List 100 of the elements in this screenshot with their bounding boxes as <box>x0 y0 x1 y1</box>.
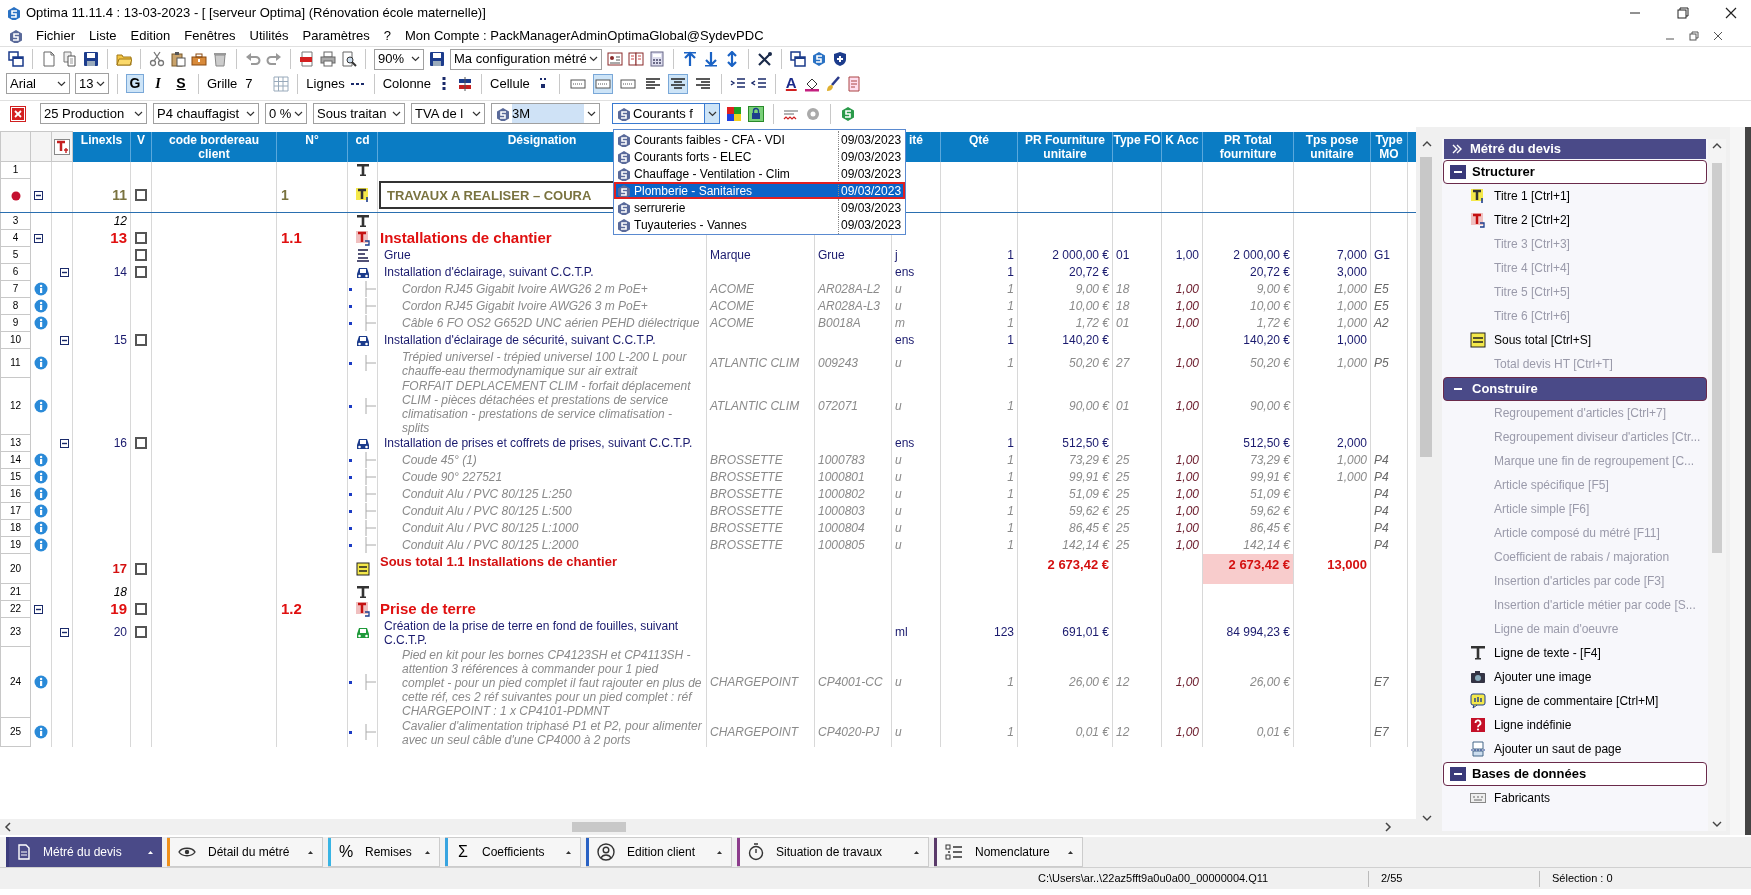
scrollbar-thumb[interactable] <box>1712 163 1722 553</box>
column-header[interactable]: Tps pose unitaire <box>1293 131 1371 162</box>
clipboard-icon[interactable] <box>170 51 186 67</box>
column-header[interactable]: cd <box>347 131 378 162</box>
column-header[interactable]: PR Fourniture unitaire <box>1017 131 1113 162</box>
collapse-icon[interactable] <box>60 335 69 345</box>
scroll-up-icon[interactable] <box>1712 143 1722 149</box>
save-icon[interactable] <box>83 51 99 67</box>
book-icon[interactable] <box>628 51 644 67</box>
tools-icon[interactable] <box>757 51 773 67</box>
print-icon[interactable] <box>320 51 336 67</box>
scroll-up-icon[interactable] <box>1422 141 1432 147</box>
column-header[interactable]: K Acc <box>1161 131 1203 162</box>
column-header[interactable]: N° <box>276 131 348 162</box>
lock-icon[interactable] <box>748 105 764 122</box>
panel-item[interactable]: Ajouter un saut de page <box>1442 737 1708 761</box>
info-icon[interactable] <box>34 356 48 370</box>
arrows-vertical-icon[interactable] <box>724 51 740 67</box>
save-icon[interactable] <box>429 51 445 67</box>
folder-icon[interactable] <box>116 51 132 67</box>
restore-icon[interactable] <box>1689 30 1699 41</box>
close-icon[interactable] <box>1725 6 1737 19</box>
scrollbar-thumb[interactable] <box>572 822 626 832</box>
tab[interactable]: Σ Coefficients <box>445 837 581 867</box>
package-icon[interactable] <box>191 51 207 67</box>
dropdown[interactable]: TVA de l <box>411 103 485 124</box>
column-header[interactable]: Type MO <box>1370 131 1408 162</box>
tab[interactable]: Edition client <box>586 837 732 867</box>
arrow-down-icon[interactable] <box>703 51 719 67</box>
strike-button[interactable]: S <box>172 74 190 93</box>
windows-icon[interactable] <box>8 51 24 67</box>
dropdown-option[interactable]: Tuyauteries - Vannes 09/03/2023 <box>614 216 905 233</box>
info-icon[interactable] <box>34 399 48 413</box>
checkbox[interactable] <box>135 626 147 638</box>
scroll-down-icon[interactable] <box>1422 815 1432 821</box>
panel-item[interactable]: Ligne de texte - [F4] <box>1442 641 1708 665</box>
info-icon[interactable] <box>34 299 48 313</box>
align-center-button[interactable] <box>667 73 688 94</box>
color-grid-icon[interactable] <box>726 105 742 122</box>
panel-item[interactable]: Titre 1 [Ctrl+1] <box>1442 184 1708 208</box>
font-color-button[interactable]: A <box>783 72 799 95</box>
menu-item[interactable]: Utilités <box>249 25 289 46</box>
dropdown[interactable]: Courants f <box>612 103 720 124</box>
panel-item[interactable]: Ligne de commentaire [Ctrl+M] <box>1442 689 1708 713</box>
windows-icon[interactable] <box>790 51 806 67</box>
info-icon[interactable] <box>34 282 48 296</box>
scroll-left-icon[interactable] <box>4 822 12 832</box>
column-header[interactable]: PR Total fourniture <box>1202 131 1294 162</box>
menu-item[interactable]: Fenêtres <box>184 25 236 46</box>
info-icon[interactable] <box>34 316 48 330</box>
italic-button[interactable]: I <box>149 74 167 93</box>
preview-icon[interactable] <box>341 51 357 67</box>
calculator-icon[interactable] <box>649 51 665 67</box>
checkbox[interactable] <box>135 603 147 615</box>
card-icon[interactable] <box>607 51 623 67</box>
menu-item[interactable]: Edition <box>130 25 171 46</box>
collapse-icon[interactable] <box>60 438 69 448</box>
dropdown[interactable]: Sous traitan <box>313 103 405 124</box>
scrollbar-thumb[interactable] <box>1420 157 1432 457</box>
dropdown[interactable]: 0 % <box>265 103 307 124</box>
checkbox[interactable] <box>135 334 147 346</box>
bold-button[interactable]: G <box>126 74 144 93</box>
section-header[interactable]: Structurer <box>1443 160 1707 184</box>
checkbox[interactable] <box>135 437 147 449</box>
dropdown-option[interactable]: Plomberie - Sanitaires 09/03/2023 <box>614 182 905 199</box>
checkbox[interactable] <box>135 189 147 202</box>
dropdown[interactable]: Ma configuration métré <box>450 48 602 70</box>
border-button[interactable] <box>592 73 613 94</box>
column-header[interactable]: V <box>130 131 152 162</box>
tab[interactable]: % Remises <box>328 837 440 867</box>
info-icon[interactable] <box>34 538 48 552</box>
checkbox[interactable] <box>135 562 147 575</box>
info-icon[interactable] <box>34 487 48 501</box>
menu-item[interactable]: Paramètres <box>302 25 370 46</box>
panel-item[interactable]: Ajouter une image <box>1442 665 1708 689</box>
close-icon[interactable] <box>1713 30 1723 41</box>
trash-icon[interactable] <box>212 51 228 67</box>
section-header[interactable]: Construire <box>1443 377 1707 401</box>
column-header[interactable]: code bordereau client <box>151 131 277 162</box>
split-icon[interactable] <box>457 75 474 92</box>
undo-icon[interactable] <box>245 51 261 67</box>
column-header[interactable]: Qté <box>940 131 1018 162</box>
info-icon[interactable] <box>34 725 48 739</box>
menu-item[interactable]: Fichier <box>36 25 75 46</box>
scroll-right-icon[interactable] <box>1384 822 1392 832</box>
checkbox[interactable] <box>135 232 147 244</box>
redo-icon[interactable] <box>266 51 282 67</box>
tab[interactable]: Situation de travaux <box>737 837 929 867</box>
info-icon[interactable] <box>34 504 48 518</box>
panel-item[interactable]: Ligne indéfinie <box>1442 713 1708 737</box>
dropdown[interactable]: Arial <box>6 73 70 94</box>
document-icon[interactable] <box>41 51 57 67</box>
panel-item[interactable]: Fabricants <box>1442 786 1708 810</box>
dropdown[interactable]: 3M <box>491 103 600 124</box>
info-icon[interactable] <box>34 470 48 484</box>
shield-icon[interactable] <box>832 51 848 67</box>
info-icon[interactable] <box>34 675 48 689</box>
scissors-icon[interactable] <box>149 51 165 67</box>
checkbox[interactable] <box>135 249 147 261</box>
dropdown[interactable]: 13 <box>75 73 109 94</box>
